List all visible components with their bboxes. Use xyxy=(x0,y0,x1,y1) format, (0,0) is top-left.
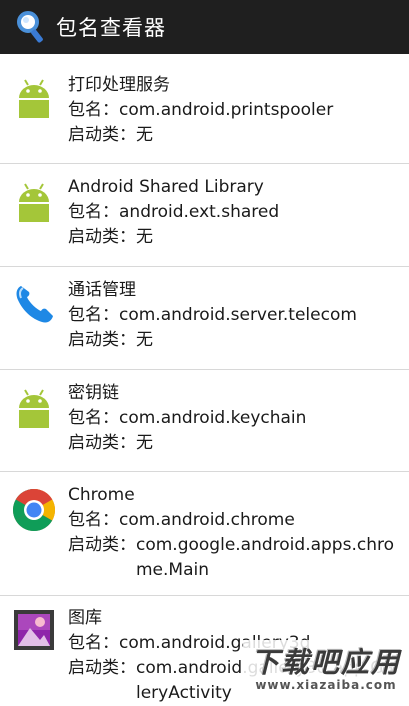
phone-handset-icon xyxy=(16,286,53,323)
android-robot-icon xyxy=(19,79,49,118)
launcher-label: 启动类： xyxy=(68,433,136,453)
app-name: Android Shared Library xyxy=(68,177,264,197)
launcher-label: 启动类： xyxy=(68,227,136,247)
list-item[interactable]: Android Shared Library 包名： android.ext.sh… xyxy=(0,164,409,267)
watermark-url: www.xiazaiba.com xyxy=(255,678,397,692)
package-value: com.android.server.telecom xyxy=(119,305,357,325)
package-label: 包名： xyxy=(68,100,119,120)
gallery-icon xyxy=(14,610,54,650)
app-name: 密钥链 xyxy=(68,383,119,403)
app-name: 图库 xyxy=(68,608,102,628)
title-bar: 包名查看器 xyxy=(0,0,409,54)
app-name: Chrome xyxy=(68,485,135,505)
package-value: com.android.printspooler xyxy=(119,100,334,120)
android-robot-icon xyxy=(19,389,49,428)
app-name: 打印处理服务 xyxy=(68,75,170,95)
package-value: com.android.keychain xyxy=(119,408,307,428)
launcher-label: 启动类： xyxy=(68,658,136,678)
launcher-value: 无 xyxy=(136,433,153,453)
watermark-logo: 下载吧应用 www.xiazaiba.com xyxy=(243,640,409,700)
package-label: 包名： xyxy=(68,305,119,325)
launcher-value: 无 xyxy=(136,330,153,350)
launcher-label: 启动类： xyxy=(68,330,136,350)
package-label: 包名： xyxy=(68,408,119,428)
app-title: 包名查看器 xyxy=(56,16,166,40)
launcher-label: 启动类： xyxy=(68,125,136,145)
package-value: com.android.chrome xyxy=(119,510,295,530)
package-label: 包名： xyxy=(68,510,119,530)
launcher-value: com.google.android.apps.chrome.Main xyxy=(136,535,394,580)
launcher-value: 无 xyxy=(136,227,153,247)
list-item[interactable]: Chrome 包名： com.android.chrome 启动类： com.goo… xyxy=(0,472,409,596)
launcher-value: 无 xyxy=(136,125,153,145)
magnifier-icon xyxy=(17,11,43,43)
android-robot-icon xyxy=(19,183,49,222)
package-label: 包名： xyxy=(68,202,119,222)
package-label: 包名： xyxy=(68,633,119,653)
package-value: android.ext.shared xyxy=(119,202,280,222)
chrome-icon xyxy=(12,488,56,532)
launcher-label: 启动类： xyxy=(68,535,136,555)
package-list[interactable]: 打印处理服务 包名： com.android.printspooler 启动类：无… xyxy=(0,54,409,706)
app-name: 通话管理 xyxy=(68,280,136,300)
list-item[interactable]: 密钥链 包名： com.android.keychain 启动类：无 xyxy=(0,370,409,472)
watermark-title: 下载吧应用 xyxy=(250,646,401,679)
list-item[interactable]: 通话管理 包名： com.android.server.telecom 启动类：无 xyxy=(0,267,409,370)
list-item[interactable]: 打印处理服务 包名： com.android.printspooler 启动类：无 xyxy=(0,54,409,164)
